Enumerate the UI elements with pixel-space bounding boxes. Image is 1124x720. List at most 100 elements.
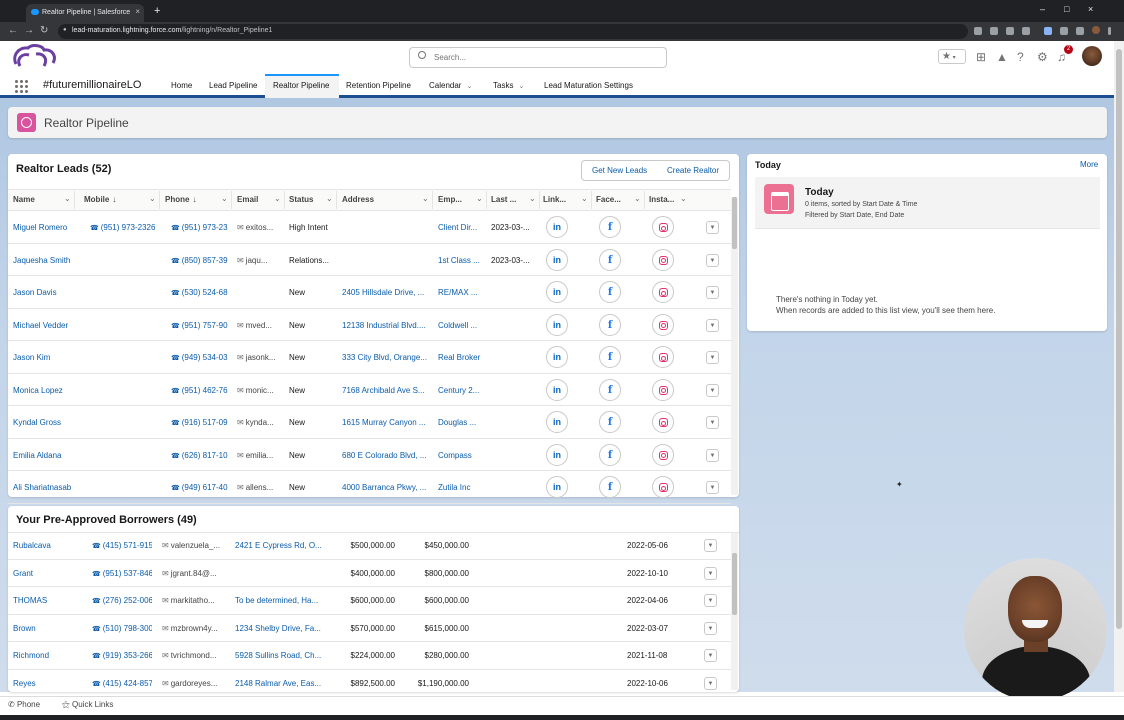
phone-link[interactable]: (951) 537-846... — [92, 569, 152, 578]
email-link[interactable]: jaqu... — [237, 256, 281, 265]
lead-name-link[interactable]: Miguel Romero — [13, 223, 81, 232]
column-divider[interactable] — [486, 191, 487, 209]
phone-link[interactable]: (951) 973-23... — [171, 223, 228, 232]
column-divider[interactable] — [159, 191, 160, 209]
lead-name-link[interactable]: Kyndal Gross — [13, 418, 81, 427]
phone-link[interactable]: (949) 617-40... — [171, 483, 228, 492]
instagram-icon[interactable] — [652, 313, 674, 336]
chevron-down-icon[interactable]: ⌄ — [326, 194, 333, 203]
close-window-button[interactable]: × — [1088, 4, 1093, 14]
email-link[interactable]: emilia... — [237, 451, 281, 460]
chevron-down-icon[interactable]: ⌄ — [149, 194, 156, 203]
column-divider[interactable] — [644, 191, 645, 209]
lead-name-link[interactable]: Jaquesha Smith — [13, 256, 81, 265]
column-divider[interactable] — [336, 191, 337, 209]
address-link[interactable]: 333 City Blvd, Orange... — [342, 353, 430, 362]
employer-link[interactable]: Coldwell ... — [438, 321, 484, 330]
chevron-down-icon[interactable]: ⌄ — [529, 194, 536, 203]
borrower-name-link[interactable]: Grant — [13, 569, 83, 578]
help-icon[interactable]: ? — [1017, 50, 1024, 64]
chevron-down-icon[interactable]: ⌄ — [221, 194, 228, 203]
phone-link[interactable]: (951) 462-76... — [171, 386, 228, 395]
row-actions-dropdown[interactable]: ▼ — [704, 594, 717, 607]
email-link[interactable]: valenzuela_... — [162, 541, 224, 550]
chevron-down-icon[interactable]: ⌄ — [274, 194, 281, 203]
row-actions-dropdown[interactable]: ▼ — [704, 539, 717, 552]
email-link[interactable]: allens... — [237, 483, 281, 492]
instagram-icon[interactable] — [652, 443, 674, 466]
phone-link[interactable]: (949) 534-03... — [171, 353, 228, 362]
column-header[interactable]: Link... — [543, 195, 569, 204]
employer-link[interactable]: Real Broker — [438, 353, 484, 362]
borrower-name-link[interactable]: Brown — [13, 624, 83, 633]
employer-link[interactable]: 1st Class ... — [438, 256, 484, 265]
address-link[interactable]: 2421 E Cypress Rd, O... — [235, 541, 321, 550]
facebook-icon[interactable]: f — [599, 476, 621, 498]
employer-link[interactable]: Zutila Inc — [438, 483, 484, 492]
linkedin-icon[interactable]: in — [546, 216, 568, 238]
lead-name-link[interactable]: Ali Shariatnasab — [13, 483, 81, 492]
get-new-leads-button[interactable]: Get New Leads — [581, 160, 659, 181]
nav-retention-pipeline[interactable]: Retention Pipeline — [346, 81, 411, 90]
email-link[interactable]: kynda... — [237, 418, 281, 427]
chevron-down-icon[interactable]: ⌄ — [476, 194, 483, 203]
create-realtor-button[interactable]: Create Realtor — [657, 160, 731, 181]
email-link[interactable]: mzbrown4y... — [162, 624, 224, 633]
linkedin-icon[interactable]: in — [546, 248, 568, 271]
address-link[interactable]: 5928 Sullins Road, Ch... — [235, 651, 321, 660]
page-scrollbar[interactable] — [1114, 41, 1124, 692]
phone-link[interactable]: (919) 353-266... — [92, 651, 152, 660]
extension-icon[interactable] — [1006, 27, 1014, 35]
url-input[interactable]: ● lead-maturation.lightning.force.com/li… — [58, 24, 968, 39]
add-icon[interactable]: ⊞ — [976, 50, 986, 64]
extension-icon[interactable] — [974, 27, 982, 35]
phone-link[interactable]: (916) 517-09... — [171, 418, 228, 427]
facebook-icon[interactable]: f — [599, 378, 621, 401]
column-header[interactable]: Insta... — [649, 195, 677, 204]
email-link[interactable]: mved... — [237, 321, 281, 330]
instagram-icon[interactable] — [652, 216, 674, 238]
linkedin-icon[interactable]: in — [546, 411, 568, 433]
email-link[interactable]: monic... — [237, 386, 281, 395]
address-link[interactable]: 1234 Shelby Drive, Fa... — [235, 624, 321, 633]
facebook-icon[interactable]: f — [599, 313, 621, 336]
favorites-button[interactable]: ★ ▾ — [938, 49, 966, 64]
trailhead-icon[interactable]: ▲ — [996, 50, 1008, 64]
linkedin-icon[interactable]: in — [546, 281, 568, 303]
row-actions-dropdown[interactable]: ▼ — [706, 383, 719, 397]
forward-icon[interactable]: → — [24, 25, 34, 36]
email-link[interactable]: jasonk... — [237, 353, 281, 362]
address-link[interactable]: 680 E Colorado Blvd, ... — [342, 451, 430, 460]
email-link[interactable]: markitatho... — [162, 596, 224, 605]
lead-name-link[interactable]: Monica Lopez — [13, 386, 81, 395]
facebook-icon[interactable]: f — [599, 411, 621, 433]
reload-icon[interactable]: ↻ — [40, 25, 48, 36]
profile-icon[interactable] — [1092, 26, 1100, 34]
phone-link[interactable]: (850) 857-39... — [171, 256, 228, 265]
linkedin-icon[interactable]: in — [546, 443, 568, 466]
app-launcher-icon[interactable] — [15, 80, 28, 93]
row-actions-dropdown[interactable]: ▼ — [704, 676, 717, 690]
column-header[interactable]: Mobile ↓ — [84, 195, 116, 204]
lead-name-link[interactable]: Jason Kim — [13, 353, 81, 362]
chevron-down-icon[interactable]: ⌄ — [634, 194, 641, 203]
row-actions-dropdown[interactable]: ▼ — [704, 621, 717, 635]
facebook-icon[interactable]: f — [599, 248, 621, 271]
facebook-icon[interactable]: f — [599, 281, 621, 303]
chevron-down-icon[interactable]: ⌄ — [680, 194, 687, 203]
column-header[interactable]: Name — [13, 195, 38, 204]
column-divider[interactable] — [231, 191, 232, 209]
borrower-name-link[interactable]: THOMAS — [13, 596, 83, 605]
row-actions-dropdown[interactable]: ▼ — [706, 481, 719, 494]
address-link[interactable]: 2148 Ralmar Ave, Eas... — [235, 679, 321, 688]
email-link[interactable]: tvrichmond... — [162, 651, 224, 660]
nav-lead-pipeline[interactable]: Lead Pipeline — [209, 81, 257, 90]
menu-icon[interactable] — [1108, 27, 1111, 35]
column-header[interactable]: Phone ↓ — [165, 195, 196, 204]
employer-link[interactable]: Century 2... — [438, 386, 484, 395]
chevron-down-icon[interactable]: ⌄ — [581, 194, 588, 203]
extension-icon[interactable] — [990, 27, 998, 35]
back-icon[interactable]: ← — [8, 25, 18, 36]
borrower-name-link[interactable]: Rubalcava — [13, 541, 83, 550]
extension-icon[interactable] — [1044, 27, 1052, 35]
